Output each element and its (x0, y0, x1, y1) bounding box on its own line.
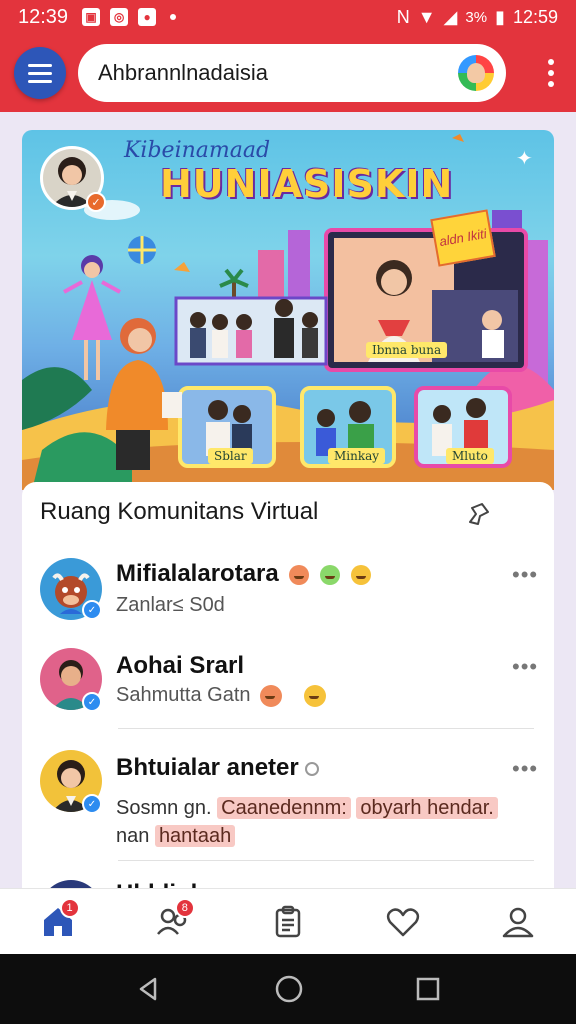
signal-icon: ◢ (443, 6, 458, 27)
hamburger-icon-line (28, 71, 52, 75)
more-icon[interactable]: ••• (512, 756, 538, 782)
item-subtitle: Sahmutta Gatn (116, 684, 326, 707)
more-icon[interactable]: ••• (512, 654, 538, 680)
emoji-icon (320, 564, 341, 585)
message-text: nan (116, 825, 150, 847)
clipboard-icon (275, 905, 301, 937)
item-message: Sosmn gn. Caanedennm: obyarh hendar. nan… (116, 794, 536, 850)
community-card: Ruang Komunitans Virtual ✓ Mifialalarota… (22, 482, 554, 902)
live-badge-icon: ✓ (86, 192, 106, 212)
emoji-icon (303, 684, 326, 707)
list-item[interactable]: ✓ Aohai Srarl Sahmutta Gatn ••• (22, 646, 554, 726)
nav-profile[interactable] (488, 892, 548, 952)
card-title: Ruang Komunitans Virtual (40, 498, 319, 525)
item-name: Aohai Srarl (116, 652, 245, 679)
app-bar: Ahbrannlnadaisia (0, 34, 576, 112)
message-text: Sosmn gn. (116, 797, 212, 819)
heart-icon (386, 907, 420, 936)
home-circle-icon[interactable] (274, 974, 304, 1004)
wifi-icon: ▼ (417, 6, 436, 27)
sparkle-icon: ✦ (516, 148, 533, 170)
screen-label: Ibnna buna (366, 342, 448, 358)
message-highlight: Caanedennm: (217, 797, 351, 819)
nav-notes[interactable] (258, 892, 318, 952)
item-name-text: Mifialalarotara (116, 560, 279, 587)
status-time: 12:39 (18, 5, 69, 28)
hero-banner[interactable]: ✓ Kibeinamaad HUNIASISKIN aldn Ikiti Ibn… (22, 130, 554, 490)
message-highlight: obyarh hendar. (356, 797, 498, 819)
item-name-text: Bhtuialar aneter (116, 754, 299, 781)
dot-icon (548, 59, 554, 65)
dot-icon (548, 70, 554, 76)
item-subtitle-text: Sahmutta Gatn (116, 684, 251, 706)
status-bar: 12:39 ▣ ◎ ● N ▼ ◢ 3% ▮ 12:59 (0, 0, 576, 34)
overflow-menu-button[interactable] (540, 53, 562, 93)
banner-subtitle: Kibeinamaad (124, 138, 271, 163)
status-icon (305, 761, 320, 776)
search-input[interactable]: Ahbrannlnadaisia (98, 60, 458, 86)
message-highlight: hantaah (154, 825, 236, 847)
hamburger-icon-line (28, 79, 52, 83)
home-badge: 1 (59, 897, 80, 918)
notification-icon: ▣ (82, 8, 101, 26)
menu-button[interactable] (14, 47, 66, 99)
divider (118, 860, 534, 861)
profile-avatar[interactable] (458, 55, 494, 91)
nav-favorites[interactable] (373, 892, 433, 952)
bottom-nav: 1 8 (0, 888, 576, 954)
status-right: N ▼ ◢ 3% ▮ 12:59 (397, 7, 558, 28)
thumb-label: Mluto (446, 448, 494, 464)
hamburger-icon-line (28, 63, 52, 67)
item-name: Mifialalarotara (116, 560, 371, 588)
nav-community[interactable]: 8 (143, 892, 203, 952)
banner-sign: aldn Ikiti (430, 209, 496, 267)
emoji-icon (289, 564, 310, 585)
thumb-label: Minkay (328, 448, 386, 464)
verified-icon: ✓ (82, 692, 102, 712)
thumb-label: Sblar (208, 448, 253, 464)
more-icon[interactable]: ••• (512, 562, 538, 588)
battery-text: 3% (465, 8, 488, 26)
item-subtitle: Zanlar≤ S0d (116, 594, 225, 616)
instagram-icon: ◎ (110, 8, 129, 26)
system-nav-bar (0, 954, 576, 1024)
nav-home[interactable]: 1 (28, 892, 88, 952)
community-badge: 8 (174, 897, 195, 918)
verified-icon: ✓ (82, 600, 102, 620)
emoji-icon (260, 684, 283, 707)
recents-icon[interactable] (415, 976, 441, 1002)
banner-title: HUNIASISKIN (160, 162, 454, 206)
user-icon (503, 907, 534, 937)
divider (118, 728, 534, 729)
status-clock-right: 12:59 (512, 6, 558, 27)
list-item[interactable]: ✓ Mifialalarotara Zanlar≤ S0d ••• (22, 554, 554, 634)
list-item[interactable]: ✓ Bhtuialar aneter Sosmn gn. Caanedennm:… (22, 748, 554, 858)
dot-icon (548, 81, 554, 87)
battery-icon: ▮ (495, 6, 505, 27)
nfc-icon: N (396, 6, 410, 27)
message-icon: ● (138, 8, 157, 26)
search-bar[interactable]: Ahbrannlnadaisia (78, 44, 506, 102)
emoji-icon (350, 564, 371, 585)
verified-icon: ✓ (82, 794, 102, 814)
more-notifications-icon (170, 14, 177, 20)
pin-icon[interactable] (464, 498, 494, 528)
back-icon[interactable] (135, 975, 163, 1003)
item-name: Bhtuialar aneter (116, 754, 320, 782)
